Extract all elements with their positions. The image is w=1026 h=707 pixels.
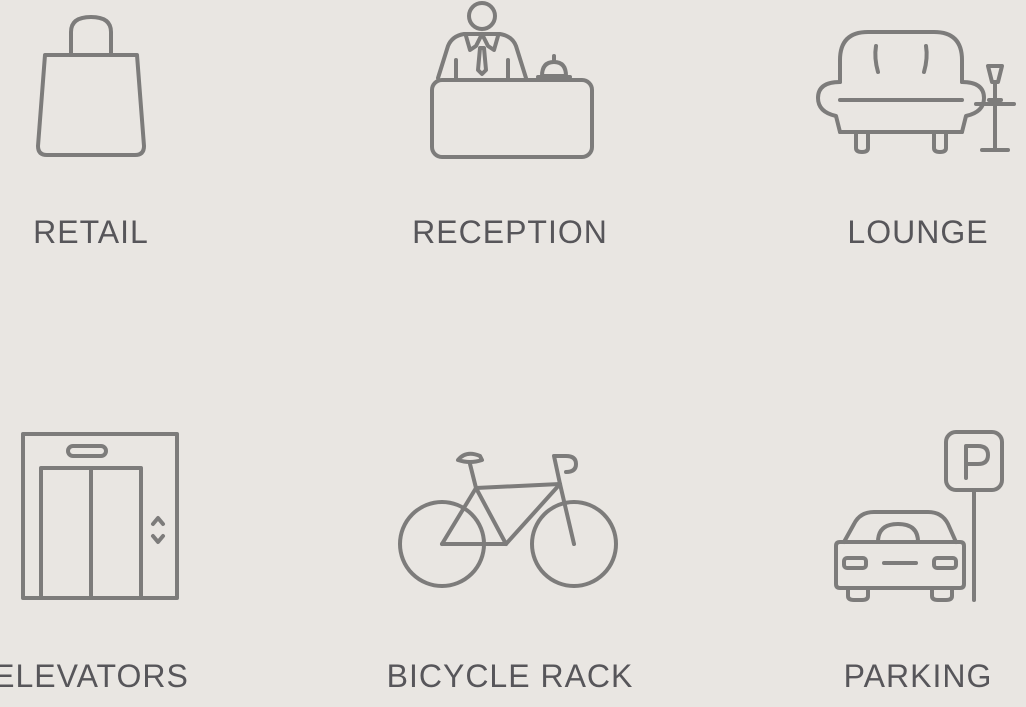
amenity-label-parking: PARKING (843, 658, 993, 694)
amenity-label-bicycle-rack: BICYCLE RACK (386, 658, 634, 694)
amenity-retail: RETAIL (0, 0, 231, 260)
parking-car-icon (778, 420, 1026, 620)
amenity-label-retail: RETAIL (33, 214, 149, 250)
amenity-label-lounge: LOUNGE (847, 214, 989, 250)
amenity-reception: RECEPTION (370, 0, 650, 260)
reception-desk-icon (370, 0, 650, 200)
amenity-label-elevators: ELEVATORS (0, 658, 189, 694)
amenity-lounge: LOUNGE (778, 0, 1026, 260)
bicycle-icon (370, 420, 650, 620)
elevator-icon (0, 420, 231, 620)
amenity-label-reception: RECEPTION (412, 214, 608, 250)
amenity-bicycle-rack: BICYCLE RACK (370, 420, 650, 694)
amenity-parking: PARKING (778, 420, 1026, 694)
shopping-bag-icon (0, 0, 231, 200)
amenity-elevators: ELEVATORS (0, 420, 231, 694)
lounge-sofa-icon (778, 0, 1026, 200)
